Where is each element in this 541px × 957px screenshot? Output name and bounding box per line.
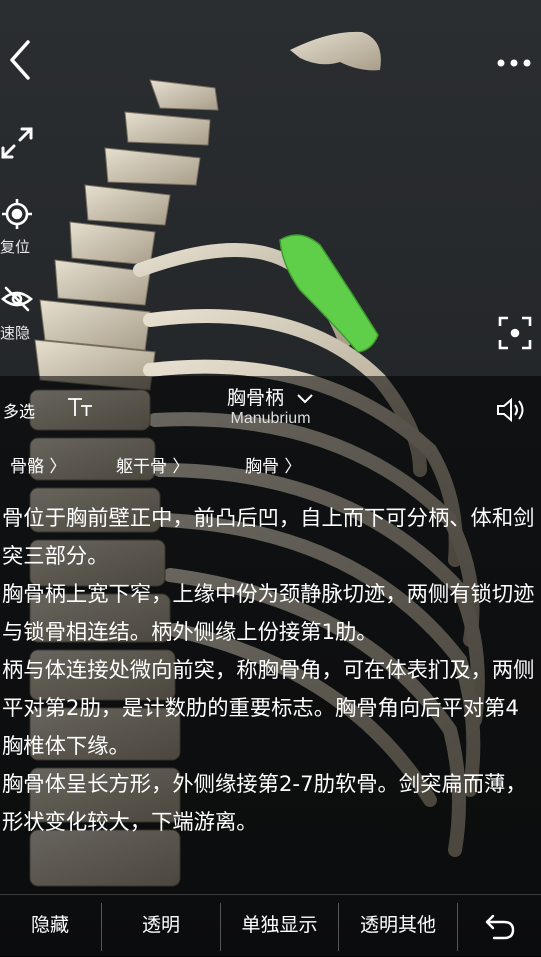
- description-paragraph: 骨位于胸前壁正中，前凸后凹，自上而下可分柄、体和剑突三部分。: [2, 506, 535, 569]
- hide-button[interactable]: 隐藏: [0, 895, 100, 957]
- hide-eye-icon[interactable]: [1, 285, 33, 313]
- reset-label[interactable]: 复位: [0, 236, 30, 257]
- structure-title-english: Manubrium: [230, 410, 311, 427]
- focus-frame-icon[interactable]: [498, 316, 532, 350]
- isolate-button[interactable]: 单独显示: [221, 895, 338, 957]
- breadcrumb-item[interactable]: 胸骨 〉: [245, 452, 301, 477]
- description-text: 骨位于胸前壁正中，前凸后凹，自上而下可分柄、体和剑突三部分。 胸骨柄上宽下窄，上…: [2, 500, 537, 842]
- description-paragraph: 柄与体连接处微向前突，称胸骨角，可在体表扪及，两侧平对第2肋，是计数肋的重要标志…: [2, 658, 535, 759]
- back-icon[interactable]: [4, 38, 34, 82]
- expand-icon[interactable]: [0, 126, 34, 160]
- info-panel: 多选 胸骨柄 Manubrium 骨骼 〉 躯干骨 〉 胸骨 〉 骨位于胸前壁正…: [0, 376, 541, 956]
- more-icon[interactable]: [496, 54, 536, 67]
- hide-label[interactable]: 速隐: [0, 322, 30, 343]
- breadcrumb-item[interactable]: 骨骼 〉: [10, 452, 66, 477]
- panel-header: 多选 胸骨柄 Manubrium: [0, 376, 541, 440]
- reset-icon[interactable]: [1, 198, 33, 230]
- structure-title[interactable]: 胸骨柄: [0, 383, 541, 410]
- chevron-down-icon[interactable]: [296, 388, 314, 410]
- breadcrumb-item[interactable]: 躯干骨 〉: [116, 452, 189, 477]
- speaker-icon[interactable]: [495, 396, 527, 428]
- transparent-button[interactable]: 透明: [102, 895, 220, 957]
- transparent-others-button[interactable]: 透明其他: [339, 895, 457, 957]
- breadcrumb: 骨骼 〉 躯干骨 〉 胸骨 〉: [0, 452, 541, 480]
- undo-icon[interactable]: [458, 895, 541, 957]
- structure-title-text: 胸骨柄: [226, 387, 284, 409]
- description-paragraph: 胸骨体呈长方形，外侧缘接第2-7肋软骨。剑突扁而薄，形状变化较大，下端游离。: [2, 772, 527, 835]
- description-paragraph: 胸骨柄上宽下窄，上缘中份为颈静脉切迹，两侧有锁切迹与锁骨相连结。柄外侧缘上份接第…: [2, 582, 535, 645]
- bottom-action-bar: 隐藏 透明 单独显示 透明其他: [0, 894, 541, 957]
